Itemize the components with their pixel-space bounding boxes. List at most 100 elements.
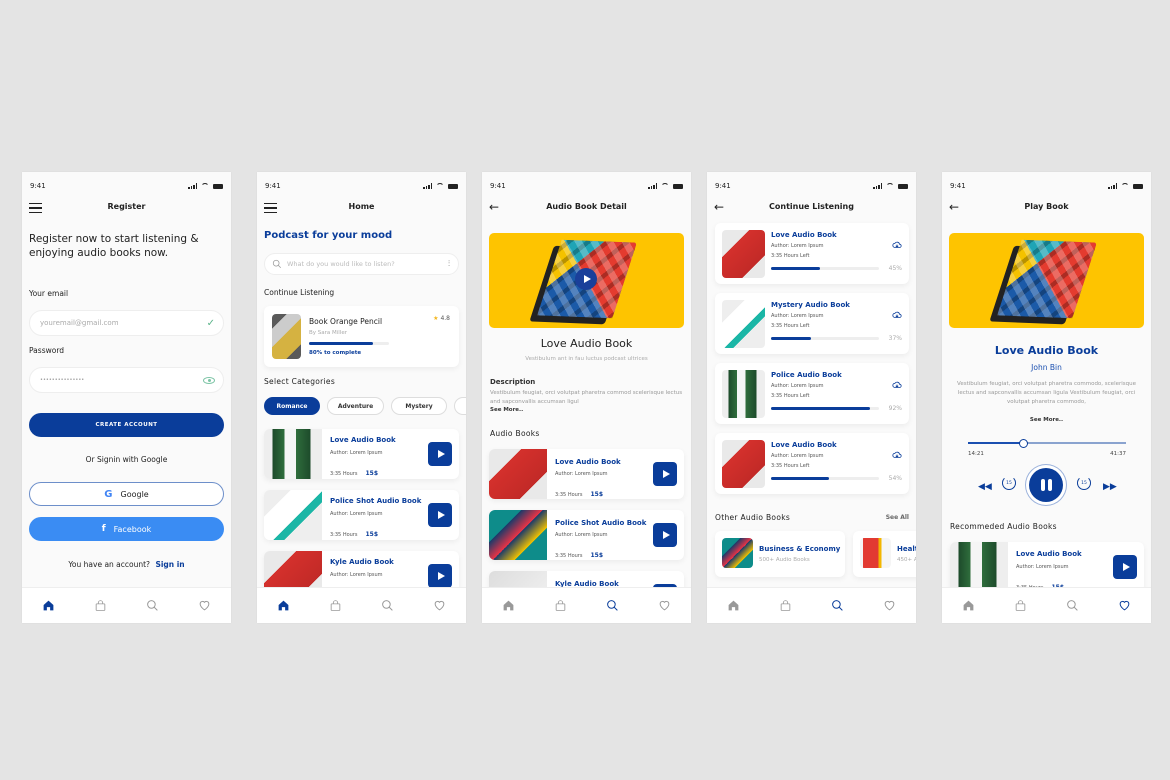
bag-icon xyxy=(554,599,567,612)
seek-handle[interactable] xyxy=(1018,438,1028,448)
skip-back-icon[interactable]: 15 xyxy=(1002,476,1016,490)
search-placeholder: What do you would like to listen? xyxy=(287,260,395,268)
category-romance[interactable]: Romance xyxy=(264,397,320,415)
category-title: Business & Economy xyxy=(759,545,841,553)
status-time: 9:41 xyxy=(950,182,966,190)
download-icon[interactable] xyxy=(892,310,902,320)
create-account-button[interactable]: CREATE ACCOUNT xyxy=(29,413,224,437)
book-meta: 3:35 Hours 15$ xyxy=(555,542,603,561)
search-tab[interactable] xyxy=(828,596,848,616)
home-tab[interactable] xyxy=(273,596,293,616)
fast-forward-icon[interactable]: ▶▶ xyxy=(1103,482,1117,492)
play-button[interactable] xyxy=(428,564,452,588)
book-author: Author: Lorem Ipsum xyxy=(330,450,383,456)
home-screen: 9:41 Home Podcast for your mood What do … xyxy=(257,172,466,623)
register-screen: 9:41 Register Register now to start list… xyxy=(22,172,231,623)
search-icon xyxy=(831,599,844,612)
bag-tab[interactable] xyxy=(325,596,345,616)
download-icon[interactable] xyxy=(892,380,902,390)
skip-forward-icon[interactable]: 15 xyxy=(1077,476,1091,490)
status-bar: 9:41 xyxy=(950,180,1143,192)
see-all-link[interactable]: See All xyxy=(886,514,909,521)
seek-bar[interactable] xyxy=(968,438,1126,448)
favorites-tab[interactable] xyxy=(880,596,900,616)
home-tab[interactable] xyxy=(38,596,58,616)
download-icon[interactable] xyxy=(892,240,902,250)
see-more-link[interactable]: See More.. xyxy=(490,407,523,413)
description-text: Vestibulum feugiat, orci volutpat pharet… xyxy=(490,390,683,405)
home-tab[interactable] xyxy=(958,596,978,616)
bag-tab[interactable] xyxy=(550,596,570,616)
book-item[interactable]: Police Shot Audio Book Author: Lorem Ips… xyxy=(264,490,459,540)
recommended-label: Recommeded Audio Books xyxy=(950,522,1057,531)
favorites-tab[interactable] xyxy=(1115,596,1135,616)
check-icon: ✓ xyxy=(206,317,215,329)
continue-card[interactable]: Book Orange Pencil By Sara Miller 80% to… xyxy=(264,306,459,367)
category-mystery[interactable]: Mystery xyxy=(391,397,447,415)
continue-item[interactable]: Love Audio Book Author: Lorem Ipsum 3:35… xyxy=(715,223,909,284)
rewind-icon[interactable]: ◀◀ xyxy=(978,482,992,492)
search-tab[interactable] xyxy=(378,596,398,616)
bag-tab[interactable] xyxy=(90,596,110,616)
continue-item[interactable]: Mystery Audio Book Author: Lorem Ipsum 3… xyxy=(715,293,909,354)
search-tab[interactable] xyxy=(143,596,163,616)
category-card[interactable]: Health 450+ Audio Books xyxy=(853,531,916,577)
favorites-tab[interactable] xyxy=(655,596,675,616)
rating: ★ 4.8 xyxy=(433,315,450,322)
book-author: Author: Lorem Ipsum xyxy=(771,453,824,459)
book-author: Author: Lorem Ipsum xyxy=(555,471,608,477)
pause-button[interactable] xyxy=(1029,468,1063,502)
play-button[interactable] xyxy=(428,503,452,527)
sign-in-link[interactable]: Sign in xyxy=(155,560,184,569)
book-cover xyxy=(722,440,765,488)
play-button[interactable] xyxy=(653,523,677,547)
bag-tab[interactable] xyxy=(775,596,795,616)
category-count: 450+ Audio Books xyxy=(897,557,916,563)
eye-icon[interactable] xyxy=(203,376,215,384)
book-item[interactable]: Love Audio Book Author: Lorem Ipsum 3:35… xyxy=(950,542,1144,592)
bag-tab[interactable] xyxy=(1010,596,1030,616)
google-label: Google xyxy=(120,489,149,499)
book-title: Love Audio Book xyxy=(540,337,633,350)
progress-percent: 92% xyxy=(888,405,902,412)
category-card[interactable]: Business & Economy 500+ Audio Books xyxy=(715,531,845,577)
search-tab[interactable] xyxy=(1063,596,1083,616)
facebook-button[interactable]: f Facebook xyxy=(29,517,224,541)
password-label: Password xyxy=(29,346,65,355)
play-button[interactable] xyxy=(1113,555,1137,579)
book-item[interactable]: Love Audio Book Author: Lorem Ipsum 3:35… xyxy=(264,429,459,479)
category-more[interactable] xyxy=(454,397,466,415)
book-duration: 3:35 Hours xyxy=(555,553,583,559)
book-title: Police Audio Book xyxy=(771,371,842,379)
play-button[interactable] xyxy=(653,462,677,486)
book-title: Love Audio Book xyxy=(994,344,1099,357)
book-item[interactable]: Love Audio Book Author: Lorem Ipsum 3:35… xyxy=(489,449,684,499)
book-price: 15$ xyxy=(365,470,378,477)
download-icon[interactable] xyxy=(892,450,902,460)
home-tab[interactable] xyxy=(498,596,518,616)
search-tab[interactable] xyxy=(603,596,623,616)
play-overlay-button[interactable] xyxy=(575,268,597,290)
see-more-link[interactable]: See More.. xyxy=(942,417,1151,423)
favorites-tab[interactable] xyxy=(195,596,215,616)
book-price: 15$ xyxy=(590,552,603,559)
google-button[interactable]: G Google xyxy=(29,482,224,506)
email-field[interactable]: youremail@gmail.com ✓ xyxy=(29,310,224,336)
categories-label: Select Categories xyxy=(264,377,336,386)
progress-bar xyxy=(771,407,879,410)
search-input[interactable]: What do you would like to listen? ⫶ xyxy=(264,253,459,275)
password-field[interactable]: ••••••••••••••• xyxy=(29,367,224,393)
home-icon xyxy=(42,599,55,612)
book-author: John Bin xyxy=(1031,363,1062,372)
wifi-icon xyxy=(661,183,669,189)
home-tab[interactable] xyxy=(723,596,743,616)
book-item[interactable]: Police Shot Audio Book Author: Lorem Ips… xyxy=(489,510,684,560)
continue-item[interactable]: Police Audio Book Author: Lorem Ipsum 3:… xyxy=(715,363,909,424)
category-adventure[interactable]: Adventure xyxy=(327,397,384,415)
continue-item[interactable]: Love Audio Book Author: Lorem Ipsum 3:35… xyxy=(715,433,909,494)
favorites-tab[interactable] xyxy=(430,596,450,616)
play-button[interactable] xyxy=(428,442,452,466)
filter-icon[interactable]: ⫶ xyxy=(448,259,450,269)
search-icon xyxy=(381,599,394,612)
progress-percent: 37% xyxy=(888,335,902,342)
